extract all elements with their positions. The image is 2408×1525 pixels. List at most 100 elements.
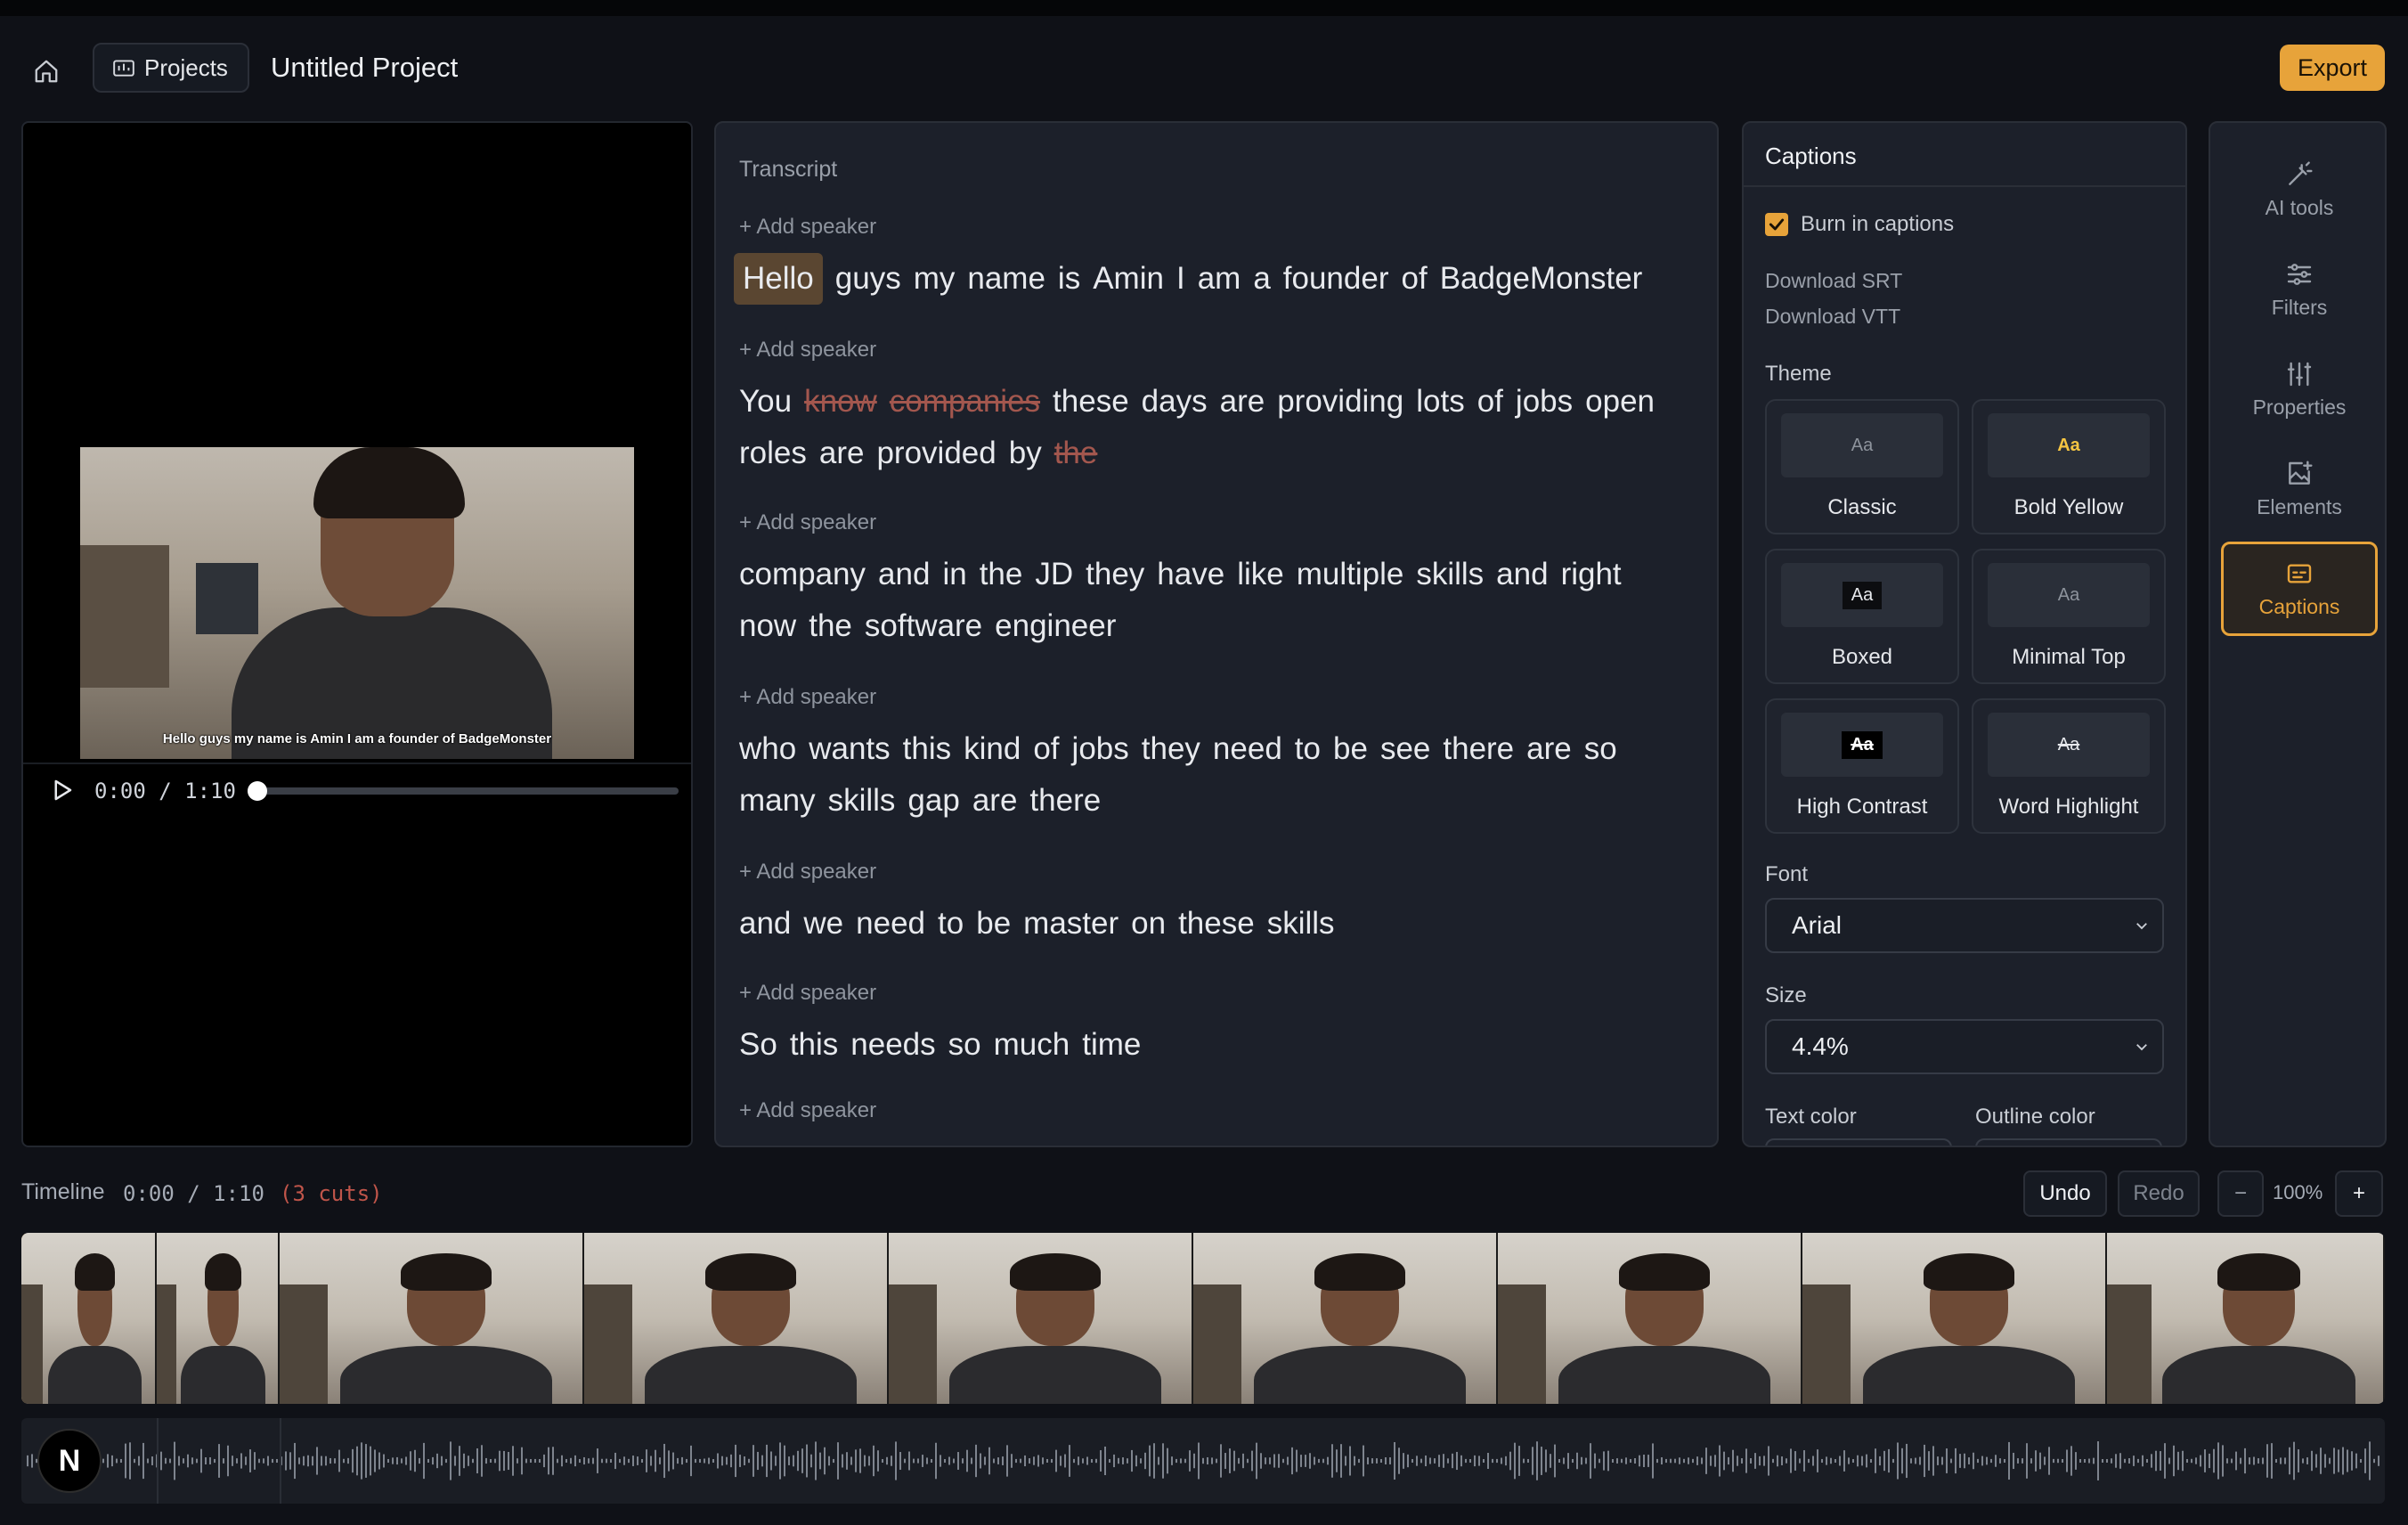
transcript-word[interactable]: this bbox=[903, 723, 951, 775]
transcript-word[interactable]: of bbox=[1033, 723, 1059, 775]
current-word[interactable]: Hello bbox=[734, 253, 823, 305]
transcript-word[interactable]: so bbox=[948, 1019, 981, 1071]
transcript-word[interactable]: by bbox=[1009, 428, 1042, 479]
theme-card-high-contrast[interactable]: Aa High Contrast bbox=[1765, 698, 1959, 834]
sidebar-item-captions[interactable]: Captions bbox=[2221, 542, 2378, 636]
transcript-word[interactable]: engineer bbox=[995, 600, 1116, 652]
transcript-word[interactable]: to bbox=[1295, 723, 1321, 775]
transcript-word[interactable]: Amin bbox=[1093, 253, 1164, 305]
transcript-word[interactable]: wants bbox=[809, 723, 890, 775]
add-speaker-button[interactable]: + Add speaker bbox=[739, 857, 1683, 887]
transcript-word[interactable]: this bbox=[790, 1019, 838, 1071]
outline-color-swatch[interactable] bbox=[1975, 1138, 2162, 1146]
transcript-word[interactable]: open bbox=[1585, 376, 1655, 428]
transcript-word[interactable]: be bbox=[1333, 723, 1368, 775]
theme-card-boxed[interactable]: Aa Boxed bbox=[1765, 549, 1959, 684]
transcript-word[interactable]: we bbox=[803, 898, 843, 950]
sidebar-item-properties[interactable]: Properties bbox=[2221, 342, 2378, 436]
transcript-word[interactable]: I bbox=[1176, 253, 1185, 305]
transcript-word[interactable]: see bbox=[1380, 723, 1430, 775]
transcript-word[interactable]: like bbox=[1237, 549, 1284, 600]
transcript-word[interactable]: skills bbox=[1416, 549, 1484, 600]
transcript-word[interactable]: master bbox=[1023, 898, 1119, 950]
transcript-word[interactable]: company bbox=[739, 549, 866, 600]
transcript-word[interactable]: jobs bbox=[1516, 376, 1573, 428]
transcript-word[interactable]: who bbox=[739, 723, 796, 775]
transcript-word[interactable]: there bbox=[1029, 775, 1101, 827]
cut-word[interactable]: companies bbox=[890, 376, 1040, 428]
transcript-word[interactable]: time bbox=[1082, 1019, 1141, 1071]
transcript-word[interactable]: You bbox=[739, 376, 792, 428]
burn-in-checkbox[interactable] bbox=[1765, 213, 1788, 236]
transcript-word[interactable]: are bbox=[972, 775, 1018, 827]
transcript-word[interactable]: are bbox=[1220, 376, 1265, 428]
add-speaker-button[interactable]: + Add speaker bbox=[739, 1096, 1683, 1126]
transcript-word[interactable]: the bbox=[809, 600, 852, 652]
export-button[interactable]: Export bbox=[2280, 45, 2385, 91]
transcript-word[interactable]: my bbox=[914, 253, 956, 305]
zoom-in-button[interactable]: + bbox=[2335, 1170, 2383, 1217]
theme-card-classic[interactable]: Aa Classic bbox=[1765, 399, 1959, 534]
transcript-word[interactable]: of bbox=[1477, 376, 1503, 428]
transcript-word[interactable]: much bbox=[994, 1019, 1070, 1071]
transcript-word[interactable]: need bbox=[1213, 723, 1282, 775]
burn-in-toggle[interactable]: Burn in captions bbox=[1765, 212, 1954, 237]
transcript-word[interactable]: JD bbox=[1035, 549, 1073, 600]
transcript-word[interactable]: these bbox=[1178, 898, 1255, 950]
transcript-word[interactable]: kind bbox=[964, 723, 1021, 775]
transcript-word[interactable]: right bbox=[1561, 549, 1622, 600]
transcript-word[interactable]: are bbox=[1526, 723, 1572, 775]
transcript-word[interactable]: gap bbox=[907, 775, 959, 827]
cut-word[interactable]: know bbox=[804, 376, 877, 428]
transcript-word[interactable]: guys bbox=[835, 253, 901, 305]
timeline-filmstrip[interactable] bbox=[21, 1233, 2385, 1404]
theme-card-word-highlight[interactable]: Aa Word Highlight bbox=[1972, 698, 2166, 834]
transcript-word[interactable]: am bbox=[1198, 253, 1241, 305]
transcript-word[interactable]: needs bbox=[850, 1019, 935, 1071]
sidebar-item-ai-tools[interactable]: AI tools bbox=[2221, 143, 2378, 237]
transcript-word[interactable]: founder bbox=[1283, 253, 1389, 305]
seek-bar[interactable] bbox=[248, 781, 679, 801]
sidebar-item-elements[interactable]: Elements bbox=[2221, 442, 2378, 536]
text-color-swatch[interactable] bbox=[1765, 1138, 1952, 1146]
transcript-word[interactable]: have bbox=[1157, 549, 1224, 600]
video-frame[interactable]: Hello guys my name is Amin I am a founde… bbox=[80, 447, 634, 759]
transcript-word[interactable]: be bbox=[976, 898, 1011, 950]
transcript-word[interactable]: and bbox=[1496, 549, 1548, 600]
play-button[interactable] bbox=[48, 777, 75, 803]
transcript-word[interactable]: on bbox=[1131, 898, 1166, 950]
transcript-word[interactable]: is bbox=[1058, 253, 1080, 305]
add-speaker-button[interactable]: + Add speaker bbox=[739, 682, 1683, 713]
transcript-word[interactable]: multiple bbox=[1297, 549, 1404, 600]
transcript-word[interactable]: a bbox=[1253, 253, 1270, 305]
transcript-word[interactable]: so bbox=[1584, 723, 1617, 775]
cut-word[interactable]: the bbox=[1054, 428, 1098, 479]
audio-waveform[interactable]: N bbox=[21, 1418, 2385, 1504]
transcript-word[interactable]: are bbox=[819, 428, 865, 479]
theme-card-bold-yellow[interactable]: Aa Bold Yellow bbox=[1972, 399, 2166, 534]
download-srt-link[interactable]: Download SRT bbox=[1765, 269, 1902, 293]
transcript-word[interactable]: provided bbox=[876, 428, 996, 479]
transcript-word[interactable]: roles bbox=[739, 428, 807, 479]
transcript-word[interactable]: lots bbox=[1416, 376, 1464, 428]
theme-card-minimal-top[interactable]: Aa Minimal Top bbox=[1972, 549, 2166, 684]
transcript-word[interactable]: jobs bbox=[1072, 723, 1129, 775]
transcript-word[interactable]: software bbox=[865, 600, 982, 652]
download-vtt-link[interactable]: Download VTT bbox=[1765, 305, 1900, 329]
add-speaker-button[interactable]: + Add speaker bbox=[739, 335, 1683, 365]
transcript-word[interactable]: of bbox=[1402, 253, 1428, 305]
transcript-word[interactable]: and bbox=[878, 549, 930, 600]
transcript-word[interactable]: now bbox=[739, 600, 796, 652]
transcript-word[interactable]: skills bbox=[828, 775, 896, 827]
add-speaker-button[interactable]: + Add speaker bbox=[739, 212, 1683, 242]
size-select[interactable]: 4.4% bbox=[1765, 1019, 2164, 1074]
undo-button[interactable]: Undo bbox=[2023, 1170, 2107, 1217]
transcript-word[interactable]: providing bbox=[1277, 376, 1403, 428]
transcript-word[interactable]: the bbox=[980, 549, 1023, 600]
transcript-word[interactable]: name bbox=[967, 253, 1045, 305]
seek-knob[interactable] bbox=[248, 781, 267, 801]
redo-button[interactable]: Redo bbox=[2118, 1170, 2200, 1217]
transcript-word[interactable]: these bbox=[1053, 376, 1129, 428]
transcript-word[interactable]: to bbox=[938, 898, 964, 950]
transcript-word[interactable]: they bbox=[1142, 723, 1200, 775]
